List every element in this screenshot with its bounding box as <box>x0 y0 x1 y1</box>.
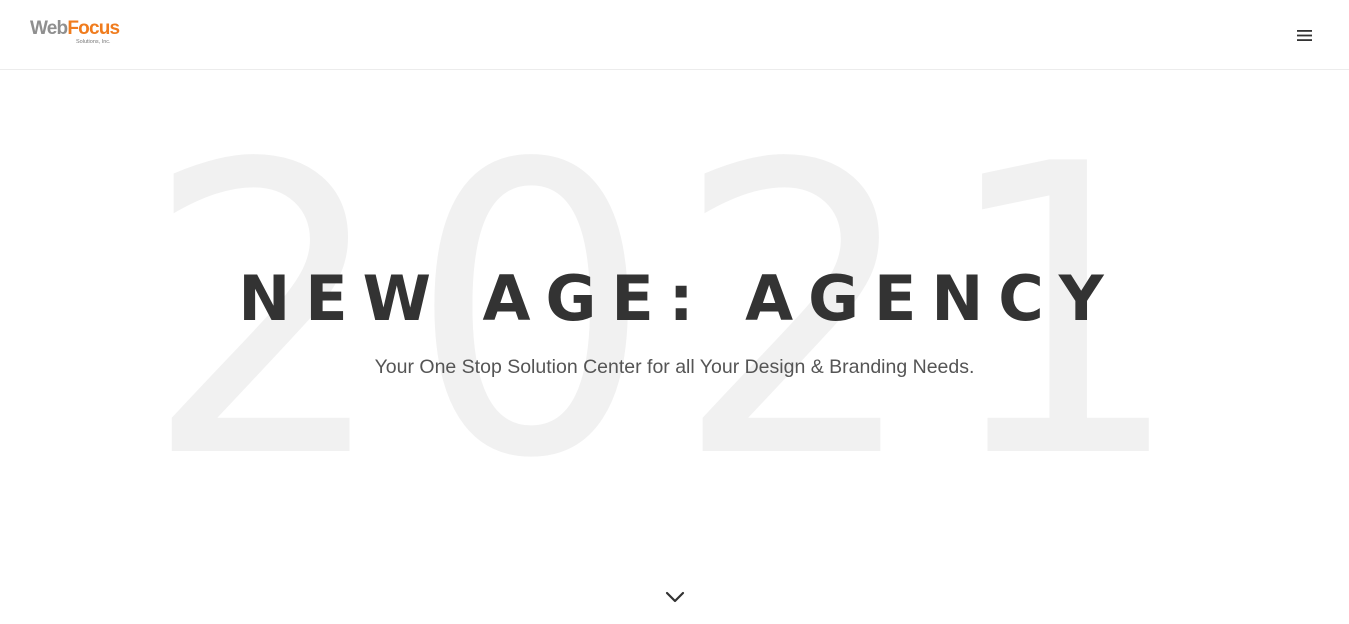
hero-subtitle: Your One Stop Solution Center for all Yo… <box>374 356 975 378</box>
hamburger-menu-button[interactable] <box>1289 23 1319 47</box>
logo-web-text: Web <box>30 18 68 39</box>
hero-title: NEW AGE: AGENCY <box>238 262 1119 335</box>
chevron-down-icon <box>665 591 685 603</box>
logo-wordmark: WebFocus <box>30 18 120 40</box>
scroll-down-button[interactable] <box>662 584 688 610</box>
site-header: WebFocus Solutions, Inc. <box>0 0 1349 70</box>
hamburger-menu-icon <box>1296 29 1312 41</box>
hero-section: 2021 NEW AGE: AGENCY Your One Stop Solut… <box>0 71 1349 624</box>
logo[interactable]: WebFocus Solutions, Inc. <box>30 18 122 50</box>
logo-tagline: Solutions, Inc. <box>76 39 111 45</box>
logo-focus-text: Focus <box>67 18 120 39</box>
